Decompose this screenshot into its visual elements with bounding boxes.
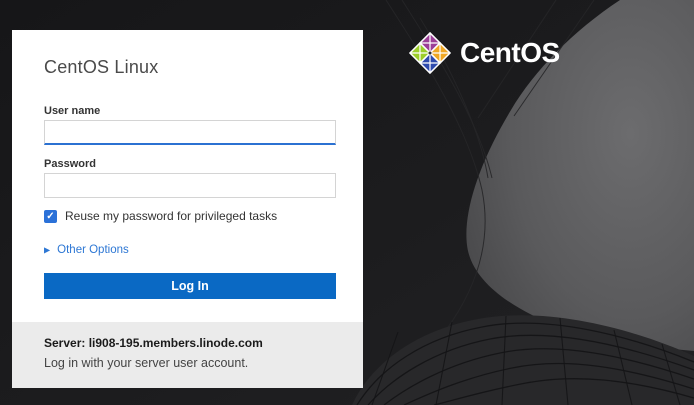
reuse-password-row: ✓ Reuse my password for privileged tasks [44, 209, 336, 223]
footer-hint: Log in with your server user account. [44, 356, 336, 370]
password-label: Password [44, 158, 336, 170]
brand-wordmark: CentOS [460, 37, 560, 69]
username-input[interactable] [44, 120, 336, 145]
username-label: User name [44, 105, 336, 117]
login-button[interactable]: Log In [44, 273, 336, 299]
server-info: Server: li908-195.members.linode.com [44, 336, 336, 350]
reuse-password-checkbox[interactable]: ✓ [44, 210, 57, 223]
page-title: CentOS Linux [44, 57, 336, 78]
other-options-label: Other Options [57, 244, 129, 256]
centos-logo-icon [409, 32, 451, 74]
brand: CentOS [409, 32, 560, 74]
password-input[interactable] [44, 173, 336, 198]
other-options-link[interactable]: ▶ Other Options [44, 244, 129, 256]
reuse-password-label[interactable]: Reuse my password for privileged tasks [65, 209, 277, 223]
login-form: CentOS Linux User name Password ✓ Reuse … [12, 30, 363, 322]
login-footer: Server: li908-195.members.linode.com Log… [12, 322, 363, 388]
caret-right-icon: ▶ [44, 247, 50, 255]
login-card: CentOS Linux User name Password ✓ Reuse … [12, 30, 363, 388]
